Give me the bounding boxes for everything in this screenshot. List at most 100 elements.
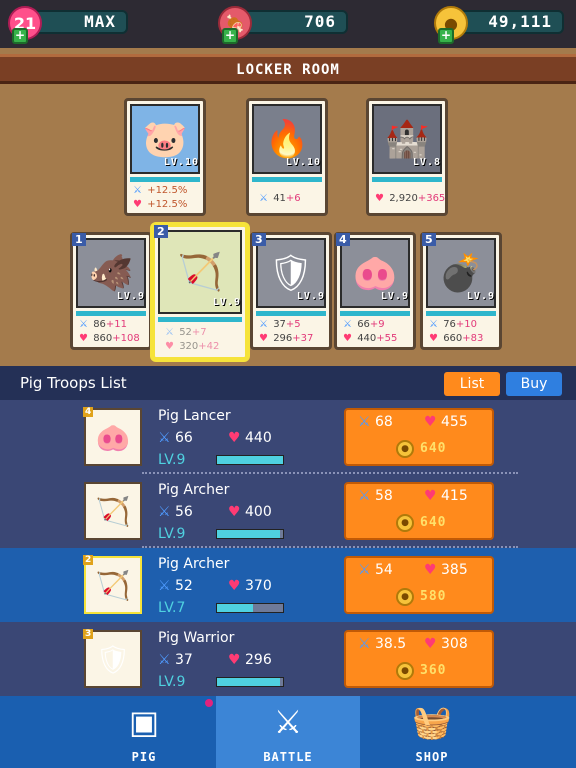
sword-icon: ⚔	[358, 636, 371, 652]
slot-number: 1	[72, 233, 86, 246]
card-level-bar	[256, 311, 326, 316]
equipment-card-hero[interactable]: 🐷 LV.10 ⚔ +12.5% ♥ +12.5%	[124, 98, 206, 216]
card-stat-hp: ♥ 860+108	[79, 333, 140, 344]
upgrade-attack: ⚔ 68	[358, 414, 393, 430]
upgrade-button[interactable]: ⚔ 68 ♥ 455 ● 640	[344, 408, 494, 466]
card-stat-hp: ♥ 320+42	[165, 341, 220, 352]
basket-icon: 🧺	[412, 703, 452, 741]
troop-hp: ♥ 440	[228, 430, 272, 446]
add-coins-button[interactable]: +	[438, 28, 454, 44]
card-level: LV.10	[163, 157, 199, 168]
equipment-card-fire[interactable]: 🔥 LV.10 ⚔ 41+6	[246, 98, 328, 216]
troops-list-header: Pig Troops List List Buy	[0, 366, 576, 400]
troop-level: LV.9	[158, 452, 186, 468]
tab-label: BATTLE	[263, 750, 313, 764]
card-level-bar	[252, 177, 322, 182]
tab-shop[interactable]: 🧺 SHOP	[360, 696, 504, 768]
hearts-resource[interactable]: MAX 21 +	[8, 6, 128, 44]
upgrade-hp: ♥ 385	[424, 562, 468, 578]
add-meat-button[interactable]: +	[222, 28, 238, 44]
troop-row[interactable]: 🐽 4 Pig Lancer ⚔ 66 ♥ 440 LV.9 ⚔ 68 ♥ 455…	[0, 400, 576, 474]
locker-room-title: LOCKER ROOM	[236, 62, 340, 78]
troop-hp: ♥ 400	[228, 504, 272, 520]
troop-attack: ⚔ 52	[158, 578, 193, 594]
list-button[interactable]: List	[444, 372, 500, 396]
card-stat-atk: ⚔ 86+11	[79, 319, 128, 330]
coin-icon: ●	[396, 440, 414, 458]
troop-name: Pig Archer	[158, 556, 230, 572]
slot-number: 5	[422, 233, 436, 246]
troop-row-selected[interactable]: 🏹 2 Pig Archer ⚔ 52 ♥ 370 LV.7 ⚔ 54 ♥ 385…	[0, 548, 576, 622]
upgrade-cost: 360	[420, 663, 447, 678]
locker-room-banner: LOCKER ROOM	[0, 54, 576, 84]
upgrade-cost: 640	[420, 515, 447, 530]
troop-attack: ⚔ 56	[158, 504, 193, 520]
troop-thumbnail: 🏹	[84, 482, 142, 540]
troop-level: LV.9	[158, 526, 186, 542]
troop-row[interactable]: 🏹 Pig Archer ⚔ 56 ♥ 400 LV.9 ⚔ 58 ♥ 415 …	[0, 474, 576, 548]
slot-number: 2	[154, 225, 168, 238]
troop-level-bar	[216, 529, 284, 539]
crossed-swords-icon: ⚔	[273, 703, 303, 741]
heart-icon: ♥	[228, 652, 241, 668]
upgrade-hp: ♥ 455	[424, 414, 468, 430]
meat-resource[interactable]: 706 🍖 +	[218, 6, 348, 44]
upgrade-button[interactable]: ⚔ 38.5 ♥ 308 ● 360	[344, 630, 494, 688]
sword-icon: ⚔	[79, 319, 88, 330]
upgrade-button[interactable]: ⚔ 54 ♥ 385 ● 580	[344, 556, 494, 614]
tab-label: PIG	[131, 750, 157, 764]
locker-room-panel: LOCKER ROOM 🐷 LV.10 ⚔ +12.5% ♥ +12.5% 🔥 …	[0, 48, 576, 366]
troop-level-bar	[216, 603, 284, 613]
coins-resource[interactable]: 49,111 ● +	[434, 6, 564, 44]
sword-icon: ⚔	[133, 185, 142, 196]
heart-icon: ♥	[424, 414, 437, 430]
sword-icon: ⚔	[158, 578, 171, 594]
team-card-slot-3[interactable]: 🛡 3 LV.9 ⚔ 37+5 ♥ 296+37	[250, 232, 332, 350]
buy-button[interactable]: Buy	[506, 372, 562, 396]
card-stat-hp: ♥ 660+83	[429, 333, 484, 344]
troop-row[interactable]: 🛡 3 Pig Warrior ⚔ 37 ♥ 296 LV.9 ⚔ 38.5 ♥ …	[0, 622, 576, 696]
card-level: LV.9	[212, 297, 241, 308]
pig-icon: ▣	[128, 703, 160, 741]
heart-icon: ♥	[424, 488, 437, 504]
slot-number: 4	[336, 233, 350, 246]
add-hearts-button[interactable]: +	[12, 28, 28, 44]
sword-icon: ⚔	[259, 319, 268, 330]
slot-number: 2	[83, 555, 94, 565]
sword-icon: ⚔	[165, 327, 174, 338]
card-level: LV.8	[412, 157, 441, 168]
coin-icon: ●	[396, 514, 414, 532]
heart-icon: ♥	[343, 333, 352, 344]
resource-bar: MAX 21 + 706 🍖 + 49,111 ● +	[0, 0, 576, 48]
sword-icon: ⚔	[158, 504, 171, 520]
team-card-slot-2[interactable]: 🏹 2 LV.9 ⚔ 52+7 ♥ 320+42	[152, 224, 248, 360]
troop-name: Pig Warrior	[158, 630, 235, 646]
upgrade-button[interactable]: ⚔ 58 ♥ 415 ● 640	[344, 482, 494, 540]
troops-list[interactable]: 🐽 4 Pig Lancer ⚔ 66 ♥ 440 LV.9 ⚔ 68 ♥ 455…	[0, 400, 576, 696]
card-level-bar	[340, 311, 410, 316]
upgrade-attack: ⚔ 38.5	[358, 636, 407, 652]
troop-hp: ♥ 296	[228, 652, 272, 668]
card-stat-hp: ♥ +12.5%	[133, 199, 188, 210]
card-level: LV.9	[296, 291, 325, 302]
card-stat-atk: ⚔ 52+7	[165, 327, 207, 338]
sword-icon: ⚔	[259, 193, 268, 204]
heart-icon: ♥	[424, 636, 437, 652]
team-card-slot-5[interactable]: 💣 5 LV.9 ⚔ 76+10 ♥ 660+83	[420, 232, 502, 350]
team-card-slot-4[interactable]: 🐽 4 LV.9 ⚔ 66+9 ♥ 440+55	[334, 232, 416, 350]
tab-pig[interactable]: ▣ PIG	[72, 696, 216, 768]
upgrade-cost: 580	[420, 589, 447, 604]
troop-attack: ⚔ 37	[158, 652, 193, 668]
card-stat-hp: ♥ 2,920+365	[375, 193, 446, 204]
card-level-bar	[426, 311, 496, 316]
troop-level-bar	[216, 455, 284, 465]
hearts-max-label: MAX	[30, 10, 128, 34]
equipment-card-castle[interactable]: 🏰 LV.8 ♥ 2,920+365	[366, 98, 448, 216]
coin-icon: ●	[396, 588, 414, 606]
sword-icon: ⚔	[358, 488, 371, 504]
sword-icon: ⚔	[158, 430, 171, 446]
troop-hp: ♥ 370	[228, 578, 272, 594]
team-card-slot-1[interactable]: 🐗 1 LV.9 ⚔ 86+11 ♥ 860+108	[70, 232, 152, 350]
tab-battle[interactable]: ⚔ BATTLE	[216, 696, 360, 768]
slot-number: 4	[83, 407, 94, 417]
